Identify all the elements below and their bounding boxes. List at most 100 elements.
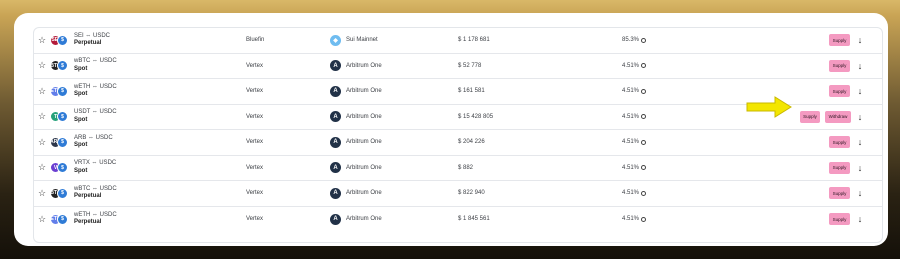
- pair-name: wETH ⇔ USDC: [74, 211, 117, 218]
- pair-name: wBTC ⇔ USDC: [74, 185, 117, 192]
- expand-arrow-down-icon[interactable]: ↓: [855, 163, 865, 173]
- expand-arrow-down-icon[interactable]: ↓: [855, 188, 865, 198]
- tvl-value: $ 52 778: [458, 62, 482, 69]
- pair-type: Spot: [74, 142, 88, 149]
- info-icon[interactable]: [640, 88, 646, 94]
- supply-button[interactable]: Supply: [800, 110, 820, 123]
- supply-button[interactable]: Supply: [829, 34, 850, 47]
- chain-name: Arbitrum One: [346, 62, 382, 69]
- table-row: ☆ BTC $ wBTC ⇔ USDC Spot Vertex A Arbitr…: [34, 54, 882, 79]
- usdc-token-icon: $: [57, 60, 68, 72]
- pair-name: wBTC ⇔ USDC: [74, 58, 117, 65]
- apy-value: 4.51%: [622, 113, 640, 120]
- apy-cell: 4.51%: [622, 181, 646, 206]
- supply-button[interactable]: Supply: [829, 136, 850, 149]
- apy-value: 4.51%: [622, 216, 640, 223]
- info-icon[interactable]: [640, 216, 646, 222]
- pair-name: ARB ⇔ USDC: [74, 134, 113, 141]
- chain-icon: A: [330, 105, 341, 130]
- chain-name: Arbitrum One: [346, 113, 382, 120]
- usdc-token-icon: $: [57, 85, 68, 97]
- table-row: ☆ BTC $ wBTC ⇔ USDC Perpetual Vertex A A…: [34, 181, 882, 207]
- chain-icon: A: [330, 156, 341, 181]
- favorite-star-icon[interactable]: ☆: [37, 54, 47, 79]
- expand-arrow-down-icon[interactable]: ↓: [855, 61, 865, 71]
- table-row: ☆ SEI $ SEI ⇔ USDC Perpetual Bluefin ◆ S…: [34, 28, 882, 54]
- apy-cell: 4.51%: [622, 130, 646, 155]
- usdc-token-icon: $: [57, 111, 68, 123]
- supply-button[interactable]: Supply: [829, 187, 850, 200]
- pair-icons: ETH $: [50, 79, 72, 104]
- pair-name: SEI ⇔ USDC: [74, 32, 111, 39]
- pair-icons: ETH $: [50, 207, 72, 233]
- table-row: ☆ ETH $ wETH ⇔ USDC Perpetual Vertex A A…: [34, 207, 882, 233]
- tvl-value: $ 882: [458, 164, 474, 171]
- arbitrum-icon: A: [330, 111, 341, 123]
- pair-cell: wETH ⇔ USDC Perpetual: [74, 207, 117, 233]
- favorite-star-icon[interactable]: ☆: [37, 207, 47, 233]
- info-icon[interactable]: [640, 63, 646, 69]
- chain-name: Sui Mainnet: [346, 37, 378, 44]
- arbitrum-icon: A: [330, 85, 341, 97]
- pair-icons: V $: [50, 156, 72, 181]
- info-icon[interactable]: [640, 190, 646, 196]
- expand-arrow-down-icon[interactable]: ↓: [855, 137, 865, 147]
- arbitrum-icon: A: [330, 162, 341, 174]
- usdc-token-icon: $: [57, 213, 68, 225]
- arbitrum-icon: A: [330, 187, 341, 199]
- expand-arrow-down-icon[interactable]: ↓: [855, 214, 865, 224]
- tvl-value: $ 1 845 561: [458, 216, 490, 223]
- apy-value: 4.51%: [622, 139, 640, 146]
- usdc-token-icon: $: [57, 136, 68, 148]
- favorite-star-icon[interactable]: ☆: [37, 105, 47, 130]
- arbitrum-icon: A: [330, 60, 341, 72]
- chain-icon: A: [330, 207, 341, 233]
- usdc-token-icon: $: [57, 187, 68, 199]
- pair-icons: BTC $: [50, 181, 72, 206]
- pair-icons: T $: [50, 105, 72, 130]
- pair-type: Spot: [74, 65, 88, 72]
- usdc-token-icon: $: [57, 162, 68, 174]
- expand-arrow-down-icon[interactable]: ↓: [855, 112, 865, 122]
- tvl-value: $ 1 178 681: [458, 37, 490, 44]
- supply-button[interactable]: Supply: [829, 85, 850, 98]
- pair-name: USDT ⇔ USDC: [74, 109, 117, 116]
- apy-value: 85.3%: [622, 37, 640, 44]
- chain-icon: A: [330, 54, 341, 79]
- dex-name: Vertex: [246, 113, 264, 120]
- withdraw-button[interactable]: Withdraw: [825, 110, 851, 123]
- supply-button[interactable]: Supply: [829, 161, 850, 174]
- supply-button[interactable]: Supply: [829, 213, 850, 226]
- expand-arrow-down-icon[interactable]: ↓: [855, 86, 865, 96]
- favorite-star-icon[interactable]: ☆: [37, 181, 47, 206]
- favorite-star-icon[interactable]: ☆: [37, 130, 47, 155]
- favorite-star-icon[interactable]: ☆: [37, 28, 47, 53]
- supply-button[interactable]: Supply: [829, 59, 850, 72]
- expand-arrow-down-icon[interactable]: ↓: [855, 35, 865, 45]
- apy-cell: 4.51%: [622, 105, 646, 130]
- chain-icon: A: [330, 181, 341, 206]
- apy-value: 4.51%: [622, 62, 640, 69]
- info-icon[interactable]: [640, 114, 646, 120]
- content-frame: ☆ SEI $ SEI ⇔ USDC Perpetual Bluefin ◆ S…: [14, 13, 888, 246]
- chain-name: Arbitrum One: [346, 164, 382, 171]
- tvl-value: $ 161 581: [458, 88, 485, 95]
- tvl-value: $ 15 428 805: [458, 113, 494, 120]
- info-icon[interactable]: [640, 139, 646, 145]
- favorite-star-icon[interactable]: ☆: [37, 156, 47, 181]
- pair-name: wETH ⇔ USDC: [74, 83, 117, 90]
- pair-type: Perpetual: [74, 193, 102, 200]
- pair-cell: wBTC ⇔ USDC Perpetual: [74, 181, 117, 206]
- apy-cell: 4.51%: [622, 54, 646, 79]
- table-row: ☆ ARB $ ARB ⇔ USDC Spot Vertex A Arbitru…: [34, 130, 882, 156]
- chain-name: Arbitrum One: [346, 139, 382, 146]
- pair-cell: wBTC ⇔ USDC Spot: [74, 54, 117, 79]
- favorite-star-icon[interactable]: ☆: [37, 79, 47, 104]
- info-icon[interactable]: [640, 37, 646, 43]
- pair-type: Perpetual: [74, 219, 102, 226]
- pair-cell: wETH ⇔ USDC Spot: [74, 79, 117, 104]
- pointer-arrow-icon: [746, 96, 792, 118]
- dex-name: Vertex: [246, 190, 264, 197]
- pair-name: VRTX ⇔ USDC: [74, 160, 117, 167]
- info-icon[interactable]: [640, 165, 646, 171]
